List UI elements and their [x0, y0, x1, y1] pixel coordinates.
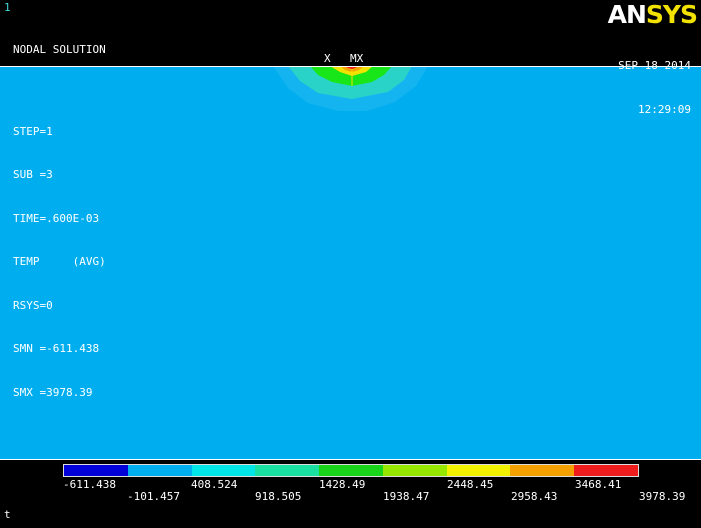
legend-label-bottom-0: -101.457: [127, 490, 180, 503]
legend-label-bottom-1: 918.505: [255, 490, 302, 503]
info-line-sub: SUB =3: [13, 168, 53, 181]
window-number: 1: [4, 1, 11, 14]
max-marker-label: MX: [350, 52, 364, 65]
time-text: 12:29:09: [638, 102, 691, 116]
legend-swatch-0: [64, 465, 128, 476]
legend-label-top-2: 1428.49: [319, 478, 366, 491]
legend-swatch-3: [255, 465, 320, 476]
ansys-logo: ANSYS: [607, 0, 698, 29]
contour-legend-bar: [63, 464, 639, 477]
legend-swatch-5: [382, 465, 447, 476]
info-line-smx: SMX =3978.39: [13, 385, 93, 399]
ansys-logo-an: AN: [607, 0, 647, 29]
info-line-temp: TEMP (AVG): [13, 255, 106, 268]
plot-bottom-border: [0, 459, 701, 460]
info-title: NODAL SOLUTION: [13, 43, 106, 56]
legend-label-top-0: -611.438: [63, 478, 116, 491]
legend-label-top-4: 3468.41: [575, 478, 622, 491]
solution-info-block: NODAL SOLUTION STEP=1 SUB =3 TIME=.600E-…: [13, 15, 106, 429]
legend-swatch-2: [191, 465, 256, 476]
info-line-time: TIME=.600E-03: [13, 211, 100, 225]
legend-swatch-4: [319, 465, 383, 476]
axis-x-label: X: [324, 52, 331, 65]
legend-label-bottom-4: 3978.39: [639, 490, 686, 503]
date-time-block: SEP 18 2014 12:29:09: [618, 31, 691, 146]
legend-swatch-1: [127, 465, 192, 476]
date-text: SEP 18 2014: [618, 59, 691, 72]
legend-label-top-3: 2448.45: [447, 478, 494, 491]
legend-label-top-1: 408.524: [191, 478, 238, 491]
info-line-step: STEP=1: [13, 124, 53, 138]
legend-label-bottom-2: 1938.47: [383, 490, 430, 503]
legend-label-bottom-3: 2958.43: [511, 490, 558, 503]
legend-swatch-6: [446, 465, 511, 476]
info-line-smn: SMN =-611.438: [13, 342, 100, 355]
legend-swatch-7: [510, 465, 575, 476]
ansys-graphics-window: 1 ANSYS X MX NODAL SOLUTION STEP=1 SUB =…: [0, 0, 701, 528]
bottom-status-text: t: [4, 508, 11, 521]
ansys-logo-sys: SYS: [645, 0, 698, 29]
legend-swatch-8: [574, 465, 639, 476]
info-line-rsys: RSYS=0: [13, 298, 53, 312]
